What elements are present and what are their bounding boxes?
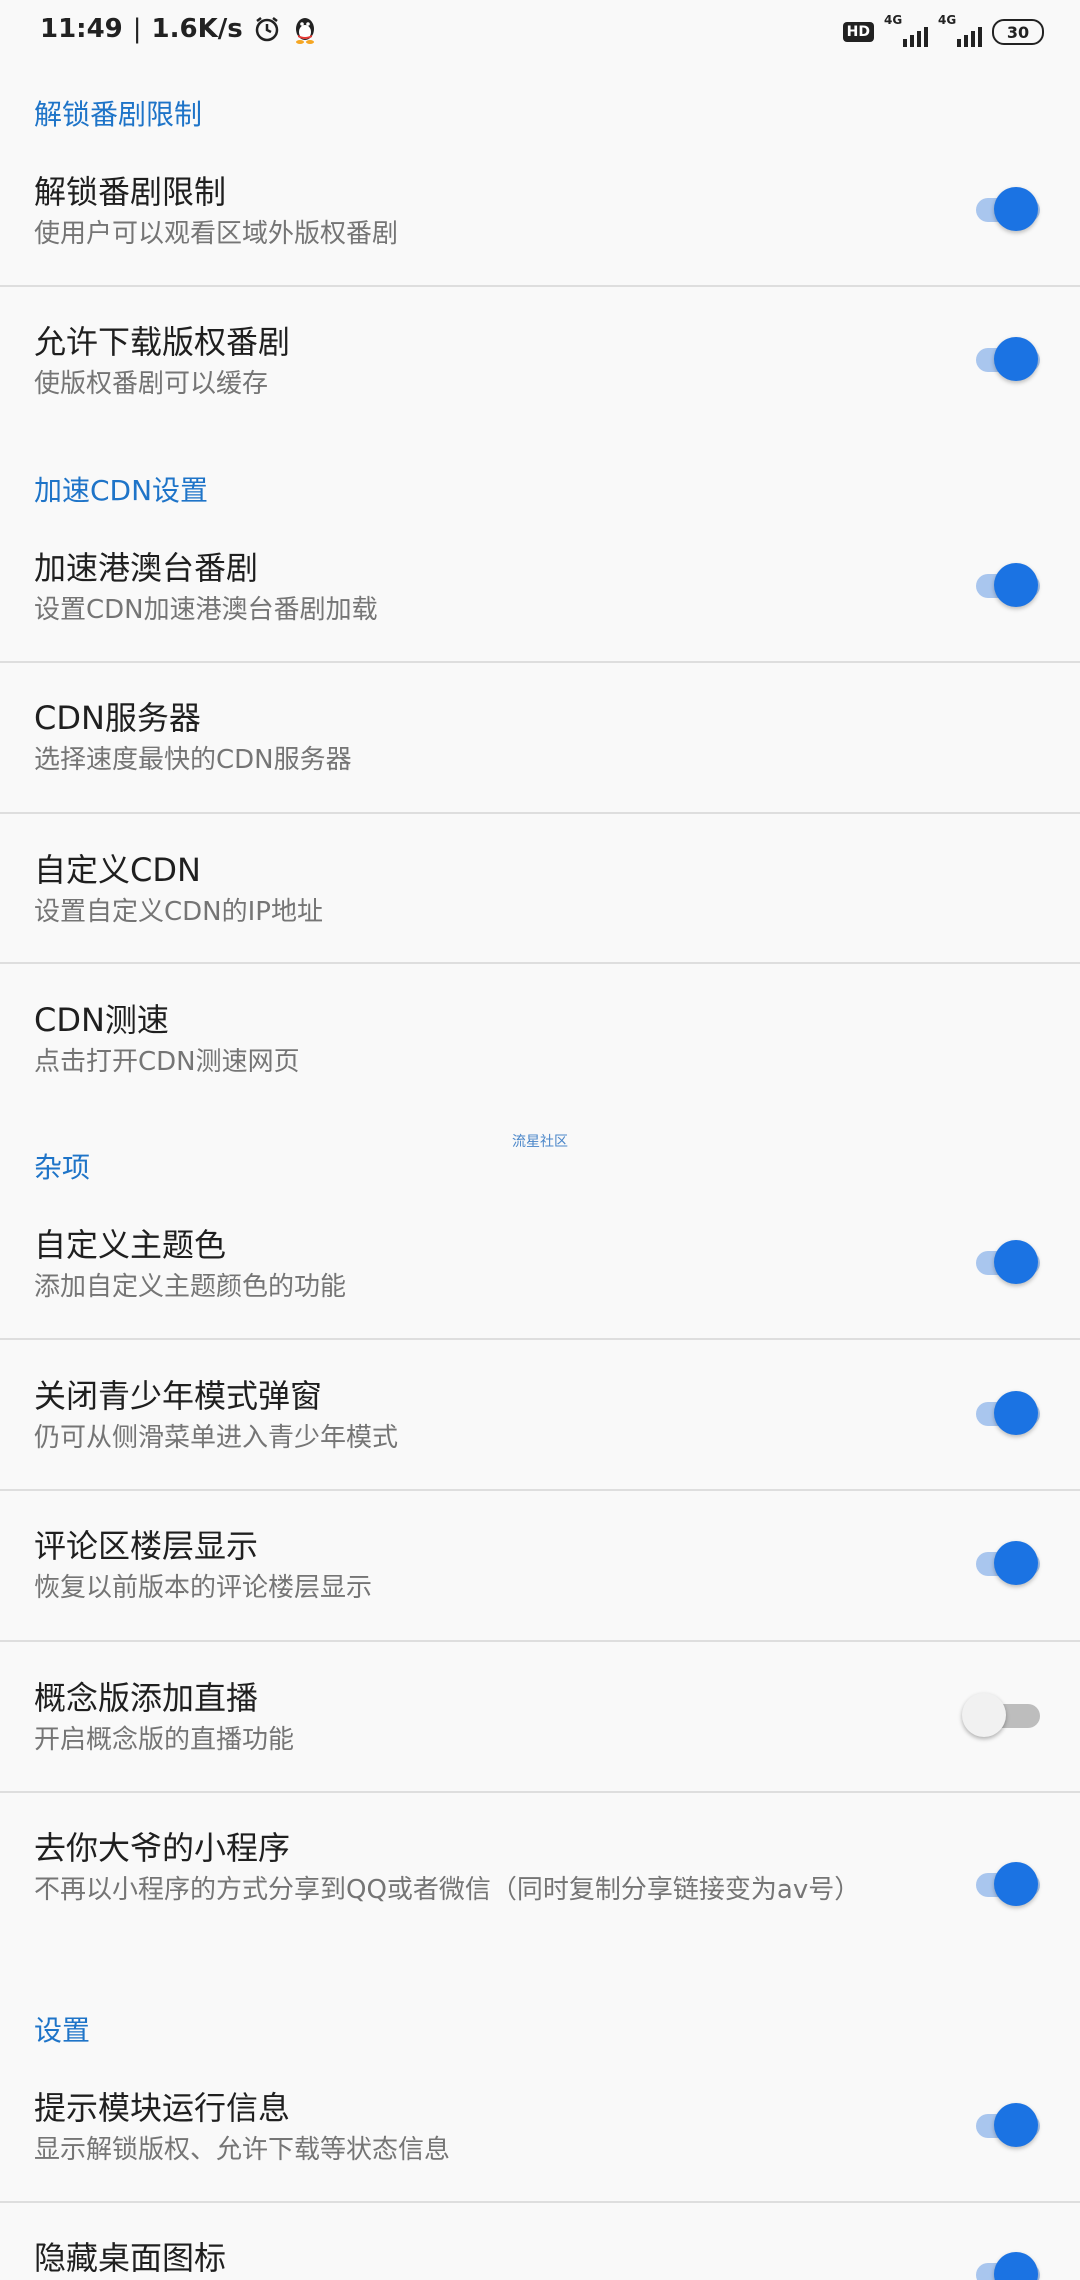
pref-cdn-server[interactable]: CDN服务器 选择速度最快的CDN服务器 [0, 688, 1080, 812]
battery-icon: 30 [992, 19, 1044, 45]
status-bar: 11:49 | 1.6K/s HD 4G 4G 30 [0, 0, 1080, 64]
status-time: 11:49 [40, 14, 123, 44]
switch-thumb [994, 1541, 1038, 1585]
network-type-label: 4G [938, 13, 957, 27]
toggle-switch[interactable] [972, 1539, 1044, 1589]
divider [0, 1489, 1080, 1491]
network-type-label: 4G [884, 13, 903, 27]
toggle-switch[interactable] [962, 1691, 1044, 1741]
pref-summary: 设置CDN加速港澳台番剧加载 [34, 595, 378, 625]
signal-icon: 4G [938, 13, 982, 47]
pref-summary: 选择速度最快的CDN服务器 [34, 745, 352, 775]
pref-title: 提示模块运行信息 [34, 2089, 291, 2127]
switch-thumb [994, 2252, 1038, 2280]
section-header-settings: 设置 [34, 2014, 91, 2047]
pref-title: 评论区楼层显示 [34, 1527, 259, 1565]
pref-teen-popup[interactable]: 关闭青少年模式弹窗 仍可从侧滑菜单进入青少年模式 [0, 1366, 1080, 1490]
qq-penguin-icon [291, 15, 319, 44]
toggle-switch[interactable] [972, 2250, 1044, 2280]
battery-level: 30 [1006, 22, 1030, 42]
status-separator: | [132, 14, 142, 44]
pref-mini-program[interactable]: 去你大爷的小程序 不再以小程序的方式分享到QQ或者微信（同时复制分享链接变为av… [0, 1818, 1080, 1958]
status-left: 11:49 | 1.6K/s [40, 14, 319, 44]
network-speed: 1.6K/s [151, 14, 243, 44]
pref-hide-icon[interactable]: 隐藏桌面图标 [0, 2228, 1080, 2280]
switch-thumb [994, 1862, 1038, 1906]
switch-thumb [994, 337, 1038, 381]
switch-thumb [994, 1240, 1038, 1284]
pref-title: 允许下载版权番剧 [34, 323, 291, 361]
toggle-switch[interactable] [972, 561, 1044, 611]
pref-unlock-region[interactable]: 解锁番剧限制 使用户可以观看区域外版权番剧 [0, 162, 1080, 286]
pref-title: 解锁番剧限制 [34, 173, 227, 211]
switch-thumb [994, 2103, 1038, 2147]
pref-comment-floor[interactable]: 评论区楼层显示 恢复以前版本的评论楼层显示 [0, 1516, 1080, 1640]
toggle-switch[interactable] [972, 185, 1044, 235]
pref-title: 去你大爷的小程序 [34, 1829, 291, 1867]
pref-module-info[interactable]: 提示模块运行信息 显示解锁版权、允许下载等状态信息 [0, 2078, 1080, 2202]
pref-custom-cdn[interactable]: 自定义CDN 设置自定义CDN的IP地址 [0, 840, 1080, 964]
pref-summary: 不再以小程序的方式分享到QQ或者微信（同时复制分享链接变为av号） [34, 1875, 861, 1905]
toggle-switch[interactable] [972, 1389, 1044, 1439]
switch-thumb [994, 563, 1038, 607]
pref-summary: 恢复以前版本的评论楼层显示 [34, 1573, 373, 1603]
pref-title: 关闭青少年模式弹窗 [34, 1377, 323, 1415]
pref-title: 自定义主题色 [34, 1226, 227, 1264]
divider [0, 661, 1080, 663]
signal-icon: 4G [884, 13, 928, 47]
pref-concept-live[interactable]: 概念版添加直播 开启概念版的直播功能 [0, 1668, 1080, 1792]
pref-summary: 点击打开CDN测速网页 [34, 1047, 300, 1077]
switch-thumb [962, 1693, 1006, 1737]
pref-summary: 设置自定义CDN的IP地址 [34, 897, 323, 927]
divider [0, 1791, 1080, 1793]
pref-summary: 添加自定义主题颜色的功能 [34, 1272, 347, 1302]
alarm-icon [253, 15, 281, 43]
watermark-text: 流星社区 [512, 1134, 568, 1150]
divider [0, 962, 1080, 964]
pref-allow-download[interactable]: 允许下载版权番剧 使版权番剧可以缓存 [0, 312, 1080, 432]
pref-summary: 使用户可以观看区域外版权番剧 [34, 219, 399, 249]
pref-title: CDN测速 [34, 1001, 169, 1039]
pref-title: 概念版添加直播 [34, 1679, 259, 1717]
toggle-switch[interactable] [972, 335, 1044, 385]
divider [0, 812, 1080, 814]
switch-thumb [994, 187, 1038, 231]
pref-cdn-accelerate[interactable]: 加速港澳台番剧 设置CDN加速港澳台番剧加载 [0, 538, 1080, 662]
divider [0, 1640, 1080, 1642]
section-header-unlock: 解锁番剧限制 [34, 98, 203, 131]
pref-title: 自定义CDN [34, 851, 201, 889]
divider [0, 2201, 1080, 2203]
pref-cdn-speedtest[interactable]: CDN测速 点击打开CDN测速网页 [0, 990, 1080, 1114]
switch-thumb [994, 1391, 1038, 1435]
pref-summary: 使版权番剧可以缓存 [34, 369, 269, 399]
divider [0, 285, 1080, 287]
pref-title: CDN服务器 [34, 699, 201, 737]
pref-custom-theme[interactable]: 自定义主题色 添加自定义主题颜色的功能 [0, 1215, 1080, 1339]
pref-summary: 显示解锁版权、允许下载等状态信息 [34, 2135, 451, 2165]
hd-badge: HD [842, 22, 874, 42]
section-header-misc: 杂项 [34, 1151, 91, 1184]
toggle-switch[interactable] [972, 2101, 1044, 2151]
section-header-cdn: 加速CDN设置 [34, 474, 209, 507]
divider [0, 1338, 1080, 1340]
pref-title: 加速港澳台番剧 [34, 549, 259, 587]
toggle-switch[interactable] [972, 1238, 1044, 1288]
pref-summary: 开启概念版的直播功能 [34, 1725, 295, 1755]
pref-summary: 仍可从侧滑菜单进入青少年模式 [34, 1423, 399, 1453]
pref-title: 隐藏桌面图标 [34, 2239, 227, 2277]
toggle-switch[interactable] [972, 1860, 1044, 1910]
status-right: HD 4G 4G 30 [842, 13, 1044, 50]
